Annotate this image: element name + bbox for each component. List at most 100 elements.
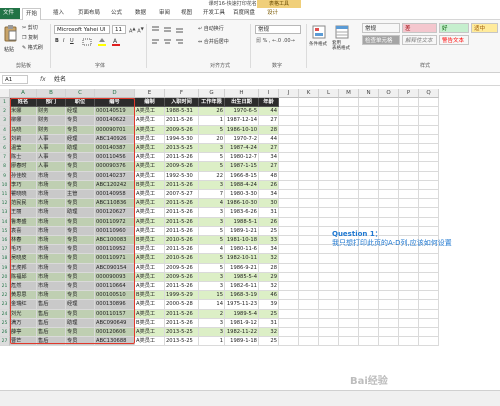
style-normal[interactable]: 常规 xyxy=(362,23,400,33)
empty-cell[interactable] xyxy=(379,337,399,347)
empty-cell[interactable] xyxy=(359,107,379,117)
empty-cell[interactable] xyxy=(419,328,439,338)
empty-cell[interactable] xyxy=(399,328,419,338)
row-header[interactable]: 13 xyxy=(0,208,10,218)
empty-cell[interactable] xyxy=(379,180,399,190)
table-cell[interactable]: 市场 xyxy=(37,282,66,292)
table-cell[interactable]: 46 xyxy=(259,291,279,301)
cut-button[interactable]: ✂ 剪切 xyxy=(22,24,38,31)
empty-cell[interactable] xyxy=(299,337,319,347)
row-header[interactable]: 3 xyxy=(0,116,10,126)
empty-cell[interactable] xyxy=(339,272,359,282)
table-cell[interactable]: 市场 xyxy=(37,180,66,190)
table-cell[interactable]: 2011-5-26 xyxy=(165,226,199,236)
table-cell[interactable]: 5 xyxy=(199,226,225,236)
table-cell[interactable]: 市场 xyxy=(37,263,66,273)
empty-cell[interactable] xyxy=(419,318,439,328)
table-cell[interactable]: A类员工 xyxy=(135,208,165,218)
column-header[interactable]: O xyxy=(379,89,399,98)
table-cell[interactable]: 市场 xyxy=(37,171,66,181)
table-cell[interactable]: 3 xyxy=(199,328,225,338)
table-cell[interactable]: ABC140926 xyxy=(95,134,135,144)
table-cell[interactable]: 曹芒 xyxy=(10,337,37,347)
empty-cell[interactable] xyxy=(419,180,439,190)
empty-cell[interactable] xyxy=(279,171,299,181)
format-as-table-label[interactable]: 套用 表格格式 xyxy=(332,41,350,51)
table-cell[interactable]: 000110960 xyxy=(95,226,135,236)
table-cell[interactable]: 李巧 xyxy=(10,180,37,190)
table-cell[interactable]: 5 xyxy=(199,236,225,246)
table-cell[interactable]: 27 xyxy=(259,144,279,154)
empty-cell[interactable] xyxy=(399,171,419,181)
table-cell[interactable]: 1988-5-1 xyxy=(225,217,259,227)
table-cell[interactable]: 1980-3-30 xyxy=(225,190,259,200)
empty-cell[interactable] xyxy=(359,134,379,144)
empty-cell[interactable] xyxy=(339,153,359,163)
empty-cell[interactable] xyxy=(419,199,439,209)
column-header[interactable]: H xyxy=(225,89,259,98)
table-header-cell[interactable]: 姓名 xyxy=(10,98,37,108)
empty-cell[interactable] xyxy=(299,208,319,218)
table-cell[interactable]: A类员工 xyxy=(135,282,165,292)
empty-cell[interactable] xyxy=(379,190,399,200)
table-cell[interactable]: 000110952 xyxy=(95,245,135,255)
empty-cell[interactable] xyxy=(299,144,319,154)
table-cell[interactable]: 1982-10-11 xyxy=(225,254,259,264)
empty-cell[interactable] xyxy=(399,300,419,310)
table-cell[interactable]: 售后 xyxy=(37,318,66,328)
empty-cell[interactable] xyxy=(399,116,419,126)
empty-cell[interactable] xyxy=(319,116,339,126)
table-cell[interactable]: A类员工 xyxy=(135,300,165,310)
empty-cell[interactable] xyxy=(399,162,419,172)
table-cell[interactable]: 主管 xyxy=(66,190,95,200)
table-cell[interactable]: 3 xyxy=(199,208,225,218)
row-header[interactable]: 25 xyxy=(0,318,10,328)
table-cell[interactable]: 专员 xyxy=(66,272,95,282)
empty-cell[interactable] xyxy=(279,98,299,108)
tab-page-layout[interactable]: 页面布局 xyxy=(75,8,103,19)
table-cell[interactable]: 市场 xyxy=(37,272,66,282)
empty-cell[interactable] xyxy=(279,226,299,236)
table-cell[interactable]: ABC100083 xyxy=(95,236,135,246)
column-header[interactable]: D xyxy=(95,89,135,98)
table-cell[interactable]: 27 xyxy=(259,116,279,126)
format-as-table-icon[interactable] xyxy=(335,25,349,39)
merge-center-button[interactable]: ⇔ 合并后居中 xyxy=(198,38,229,45)
table-cell[interactable]: 1985-5-4 xyxy=(225,272,259,282)
empty-cell[interactable] xyxy=(339,199,359,209)
empty-cell[interactable] xyxy=(359,144,379,154)
table-cell[interactable]: 1987-4-24 xyxy=(225,144,259,154)
empty-cell[interactable] xyxy=(379,134,399,144)
column-header[interactable]: J xyxy=(279,89,299,98)
empty-cell[interactable] xyxy=(299,254,319,264)
tab-baidu-netdisk[interactable]: 百度网盘 xyxy=(230,8,258,19)
table-cell[interactable]: 人事 xyxy=(37,153,66,163)
empty-cell[interactable] xyxy=(319,208,339,218)
empty-cell[interactable] xyxy=(419,162,439,172)
empty-cell[interactable] xyxy=(299,272,319,282)
empty-cell[interactable] xyxy=(339,208,359,218)
empty-cell[interactable] xyxy=(419,272,439,282)
formula-input[interactable]: 姓名 xyxy=(52,75,494,84)
empty-cell[interactable] xyxy=(279,199,299,209)
row-header[interactable]: 10 xyxy=(0,180,10,190)
table-cell[interactable]: 财务 xyxy=(37,116,66,126)
table-cell[interactable]: 1989-1-18 xyxy=(225,337,259,347)
empty-cell[interactable] xyxy=(379,254,399,264)
empty-cell[interactable] xyxy=(379,125,399,135)
empty-cell[interactable] xyxy=(299,98,319,108)
empty-cell[interactable] xyxy=(319,300,339,310)
empty-cell[interactable] xyxy=(279,162,299,172)
empty-cell[interactable] xyxy=(379,116,399,126)
empty-cell[interactable] xyxy=(359,263,379,273)
table-cell[interactable]: A类员工 xyxy=(135,171,165,181)
table-cell[interactable]: 1989-1-21 xyxy=(225,226,259,236)
table-cell[interactable]: 1987-1-15 xyxy=(225,162,259,172)
table-cell[interactable]: A类员工 xyxy=(135,309,165,319)
empty-cell[interactable] xyxy=(419,263,439,273)
column-header[interactable]: F xyxy=(165,89,199,98)
table-cell[interactable]: 3 xyxy=(199,217,225,227)
empty-cell[interactable] xyxy=(299,309,319,319)
table-cell[interactable]: 000140387 xyxy=(95,144,135,154)
empty-cell[interactable] xyxy=(359,328,379,338)
